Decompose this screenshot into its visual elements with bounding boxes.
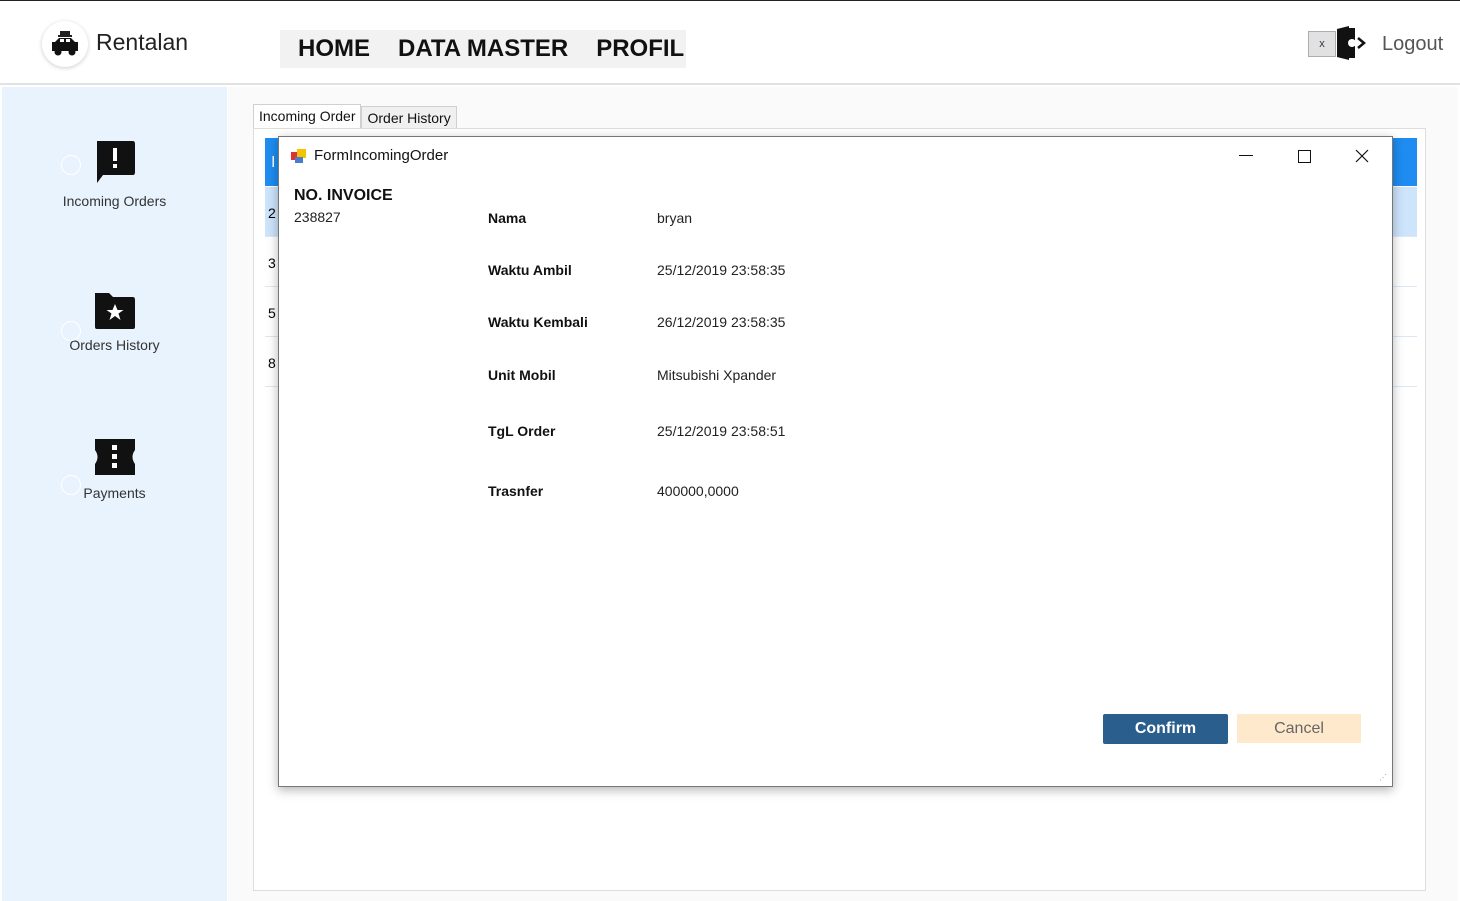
tab-incoming-order[interactable]: Incoming Order [253, 104, 362, 130]
field-label-waktu-kembali: Waktu Kembali [488, 314, 588, 330]
nav-home[interactable]: HOME [298, 35, 370, 63]
field-value-unit-mobil: Mitsubishi Xpander [657, 367, 777, 383]
dialog-title: FormIncomingOrder [314, 147, 449, 164]
field-label-waktu-ambil: Waktu Ambil [488, 262, 572, 278]
resize-grip-icon[interactable]: ⋰ [1379, 773, 1389, 783]
car-icon [42, 21, 88, 67]
field-value-nama: bryan [657, 210, 693, 226]
top-bar: Rentalan HOME DATA MASTER PROFIL x Logou… [0, 1, 1460, 85]
folder-star-icon [93, 291, 137, 337]
form-incoming-order-dialog: FormIncomingOrder NO. INVOICE 238827 Nam… [278, 136, 1393, 787]
tab-order-history[interactable]: Order History [361, 106, 457, 130]
cancel-button[interactable]: Cancel [1237, 714, 1361, 743]
field-value-tgl-order: 25/12/2019 23:58:51 [657, 423, 786, 439]
grid-header-cell: I [271, 154, 276, 171]
sidebar-item-orders-history[interactable]: Orders History [2, 291, 227, 353]
nav-data-master[interactable]: DATA MASTER [398, 35, 568, 63]
sidebar-item-label: Payments [83, 485, 146, 501]
sidebar-item-label: Orders History [69, 337, 160, 353]
check-icon [61, 475, 81, 495]
tab-bar: Incoming Order Order History [253, 104, 457, 130]
ticket-icon [93, 437, 137, 483]
close-icon[interactable] [1350, 145, 1374, 167]
check-icon [61, 155, 81, 175]
check-icon [61, 321, 81, 341]
field-label-transfer: Trasnfer [488, 483, 544, 499]
confirm-button[interactable]: Confirm [1103, 714, 1228, 744]
field-value-waktu-kembali: 26/12/2019 23:58:35 [657, 314, 786, 330]
field-label-tgl-order: TgL Order [488, 423, 556, 439]
maximize-icon[interactable] [1292, 145, 1316, 167]
invoice-label: NO. INVOICE [294, 187, 393, 204]
nav-profil[interactable]: PROFIL [596, 35, 684, 63]
sidebar-item-incoming-orders[interactable]: Incoming Orders [2, 141, 227, 209]
alert-message-icon [93, 141, 137, 187]
form-icon [291, 148, 307, 164]
field-value-waktu-ambil: 25/12/2019 23:58:35 [657, 262, 786, 278]
logout-link[interactable]: Logout [1382, 33, 1443, 56]
sidebar-item-payments[interactable]: Payments [2, 437, 227, 501]
minimize-icon[interactable] [1234, 145, 1258, 167]
main-nav: HOME DATA MASTER PROFIL [280, 30, 686, 68]
invoice-value: 238827 [294, 209, 341, 225]
sidebar: Incoming Orders Orders History Payments [2, 87, 227, 901]
field-value-transfer: 400000,0000 [657, 483, 739, 499]
sidebar-item-label: Incoming Orders [62, 193, 167, 209]
logout-door-icon[interactable] [1335, 25, 1369, 61]
close-button[interactable]: x [1308, 31, 1336, 57]
field-label-nama: Nama [488, 210, 527, 226]
field-label-unit-mobil: Unit Mobil [488, 367, 556, 383]
brand-name: Rentalan [96, 29, 189, 55]
